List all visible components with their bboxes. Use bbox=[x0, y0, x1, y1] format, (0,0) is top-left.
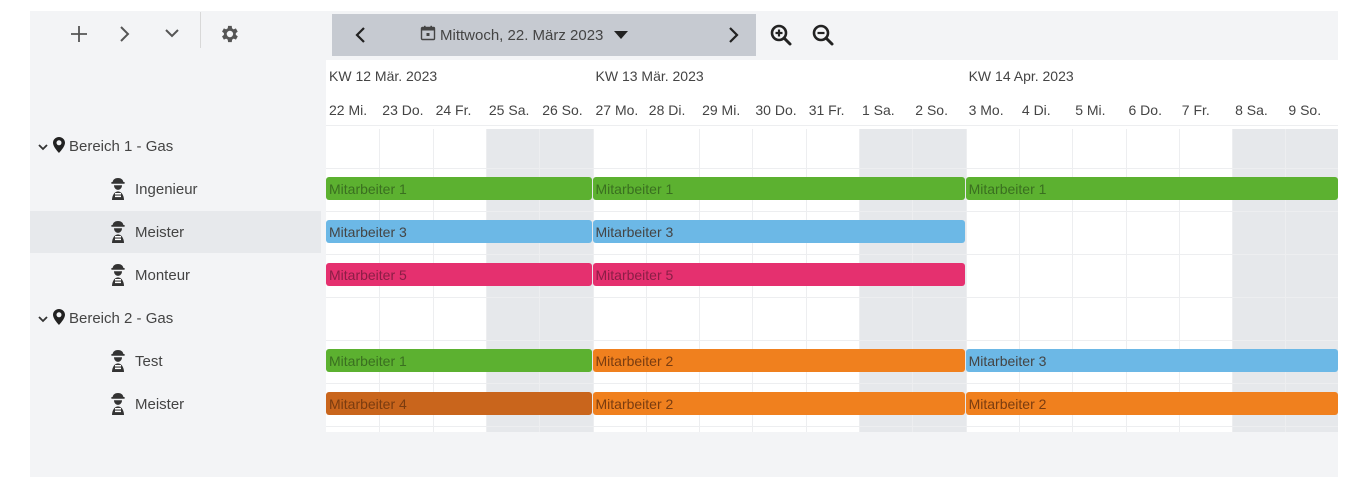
resource-group-label: Bereich 1 - Gas bbox=[69, 137, 174, 155]
resource-label: Meister bbox=[135, 395, 185, 413]
resource-label: Monteur bbox=[135, 266, 191, 284]
resource-label: Test bbox=[135, 352, 163, 370]
assignment-bar[interactable]: Mitarbeiter 1 bbox=[965, 177, 1338, 200]
resource-label: Ingenieur bbox=[135, 180, 198, 198]
grid-line bbox=[1019, 129, 1020, 432]
worker-icon bbox=[108, 220, 128, 248]
chevron-left-icon[interactable] bbox=[340, 14, 380, 56]
grid-line bbox=[1179, 129, 1180, 432]
week-label: KW 12 Mär. 2023 bbox=[329, 68, 438, 84]
week-label: KW 13 Mär. 2023 bbox=[595, 68, 704, 84]
worker-icon bbox=[108, 349, 128, 377]
day-label: 29 Mi. bbox=[702, 102, 741, 118]
day-label: 5 Mi. bbox=[1075, 102, 1106, 118]
assignment-bar[interactable]: Mitarbeiter 5 bbox=[326, 263, 592, 286]
day-label: 22 Mi. bbox=[329, 102, 368, 118]
worker-icon bbox=[108, 392, 128, 420]
day-label: 6 Do. bbox=[1128, 102, 1162, 118]
chevron-down-icon[interactable] bbox=[157, 14, 187, 54]
grid-line bbox=[1285, 129, 1286, 432]
map-pin-icon bbox=[53, 309, 65, 329]
day-label: 9 So. bbox=[1288, 102, 1322, 118]
worker-icon bbox=[108, 177, 128, 205]
grid-line bbox=[1126, 129, 1127, 432]
resource-row[interactable]: Monteur bbox=[30, 254, 321, 296]
grid-line bbox=[326, 426, 1338, 427]
assignment-bar[interactable]: Mitarbeiter 1 bbox=[326, 349, 592, 372]
chevron-right-icon[interactable] bbox=[714, 14, 754, 56]
chevron-down-icon[interactable] bbox=[38, 311, 48, 328]
day-label: 7 Fr. bbox=[1181, 102, 1210, 118]
chevron-down-icon[interactable] bbox=[38, 139, 48, 156]
weekend-column bbox=[1285, 129, 1338, 432]
day-label: 27 Mo. bbox=[595, 102, 639, 118]
day-label: 8 Sa. bbox=[1235, 102, 1268, 118]
day-label: 31 Fr. bbox=[808, 102, 845, 118]
weekend-column bbox=[1232, 129, 1287, 432]
timeline: KW 12 Mär. 2023 KW 13 Mär. 2023 KW 14 Apr.… bbox=[326, 60, 1338, 432]
worker-icon bbox=[108, 263, 128, 291]
grid-line bbox=[1072, 129, 1073, 432]
resource-label: Meister bbox=[135, 223, 185, 241]
current-date-label: Mittwoch, 22. März 2023 bbox=[440, 26, 604, 44]
resource-group-label: Bereich 2 - Gas bbox=[69, 309, 174, 327]
assignment-bar[interactable]: Mitarbeiter 2 bbox=[592, 349, 965, 372]
assignment-bar[interactable]: Mitarbeiter 1 bbox=[326, 177, 592, 200]
resource-row[interactable]: Meister bbox=[30, 383, 321, 425]
zoom-out-icon[interactable] bbox=[808, 20, 838, 50]
grid-line bbox=[326, 340, 1338, 341]
assignment-bar[interactable]: Mitarbeiter 3 bbox=[592, 220, 965, 243]
toolbar-divider bbox=[200, 12, 201, 48]
day-label: 1 Sa. bbox=[862, 102, 895, 118]
resource-row[interactable]: Meister bbox=[30, 211, 321, 253]
day-label: 2 So. bbox=[915, 102, 948, 118]
grid-line bbox=[1232, 129, 1233, 432]
assignment-bar[interactable]: Mitarbeiter 4 bbox=[326, 392, 592, 415]
gear-icon[interactable] bbox=[214, 14, 244, 54]
grid-line bbox=[326, 297, 1338, 298]
assignment-bar[interactable]: Mitarbeiter 5 bbox=[592, 263, 965, 286]
chevron-right-icon[interactable] bbox=[110, 14, 140, 54]
map-pin-icon bbox=[53, 137, 65, 157]
assignment-bar[interactable]: Mitarbeiter 1 bbox=[592, 177, 965, 200]
caret-down-icon bbox=[613, 27, 629, 44]
plus-icon[interactable] bbox=[64, 14, 94, 54]
grid-line bbox=[966, 129, 967, 432]
day-label: 3 Mo. bbox=[968, 102, 1004, 118]
day-label: 28 Di. bbox=[648, 102, 686, 118]
day-label: 24 Fr. bbox=[435, 102, 472, 118]
day-label: 4 Di. bbox=[1021, 102, 1051, 118]
day-label: 23 Do. bbox=[382, 102, 424, 118]
resource-group[interactable]: Bereich 1 - Gas bbox=[30, 125, 321, 167]
assignment-bar[interactable]: Mitarbeiter 3 bbox=[965, 349, 1338, 372]
resource-row[interactable]: Test bbox=[30, 340, 321, 382]
assignment-bar[interactable]: Mitarbeiter 2 bbox=[592, 392, 965, 415]
day-label: 30 Do. bbox=[755, 102, 797, 118]
grid-line bbox=[326, 125, 1338, 126]
zoom-in-icon[interactable] bbox=[766, 20, 796, 50]
grid-line bbox=[326, 211, 1338, 212]
calendar-icon bbox=[420, 25, 436, 45]
week-label: KW 14 Apr. 2023 bbox=[968, 68, 1074, 84]
day-label: 26 So. bbox=[542, 102, 583, 118]
grid-line bbox=[326, 168, 1338, 169]
grid-line bbox=[326, 254, 1338, 255]
assignment-bar[interactable]: Mitarbeiter 2 bbox=[965, 392, 1338, 415]
day-label: 25 Sa. bbox=[488, 102, 530, 118]
resource-group[interactable]: Bereich 2 - Gas bbox=[30, 297, 321, 339]
assignment-bar[interactable]: Mitarbeiter 3 bbox=[326, 220, 592, 243]
resource-row[interactable]: Ingenieur bbox=[30, 168, 321, 210]
grid-line bbox=[326, 383, 1338, 384]
date-picker[interactable]: Mittwoch, 22. März 2023 bbox=[420, 14, 629, 56]
